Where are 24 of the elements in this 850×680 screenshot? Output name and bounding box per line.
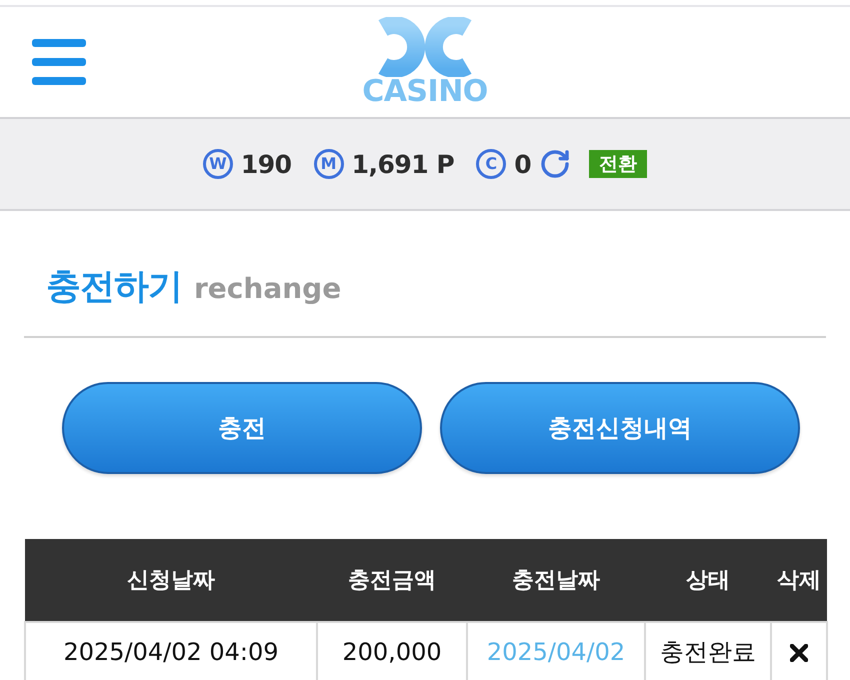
balance-value: 190 xyxy=(240,150,292,178)
nav-button[interactable]: 충전 xyxy=(62,382,422,474)
convert-button[interactable]: 전환 xyxy=(589,150,648,178)
table-cell: 충전완료 xyxy=(645,622,771,680)
balance-value: 0 xyxy=(514,150,532,178)
table-cell: 2025/04/02 xyxy=(467,622,645,680)
table-header-cell: 신청날짜 xyxy=(25,539,317,622)
table-header-cell: 상태 xyxy=(645,539,771,622)
logo-text: CASINO xyxy=(362,77,488,107)
currency-mark: W xyxy=(202,149,233,179)
nav-button[interactable]: 충전신청내역 xyxy=(440,382,800,474)
table-cell: 200,000 xyxy=(317,622,467,680)
table-header-cell: 충전날짜 xyxy=(467,539,645,622)
refresh-icon[interactable] xyxy=(539,148,572,180)
delete-icon[interactable] xyxy=(790,644,808,662)
page-subtitle: rechange xyxy=(194,272,342,305)
table-header-cell: 삭제 xyxy=(771,539,827,622)
table-header-cell: 충전금액 xyxy=(317,539,467,622)
currency-mark: C xyxy=(476,149,506,179)
table-cell: 2025/04/02 04:09 xyxy=(25,622,317,680)
currency-mark: M xyxy=(314,149,344,179)
menu-icon[interactable] xyxy=(32,39,86,85)
page-title: 충전하기 xyxy=(46,266,182,309)
balance-value: 1,691 P xyxy=(352,150,454,178)
